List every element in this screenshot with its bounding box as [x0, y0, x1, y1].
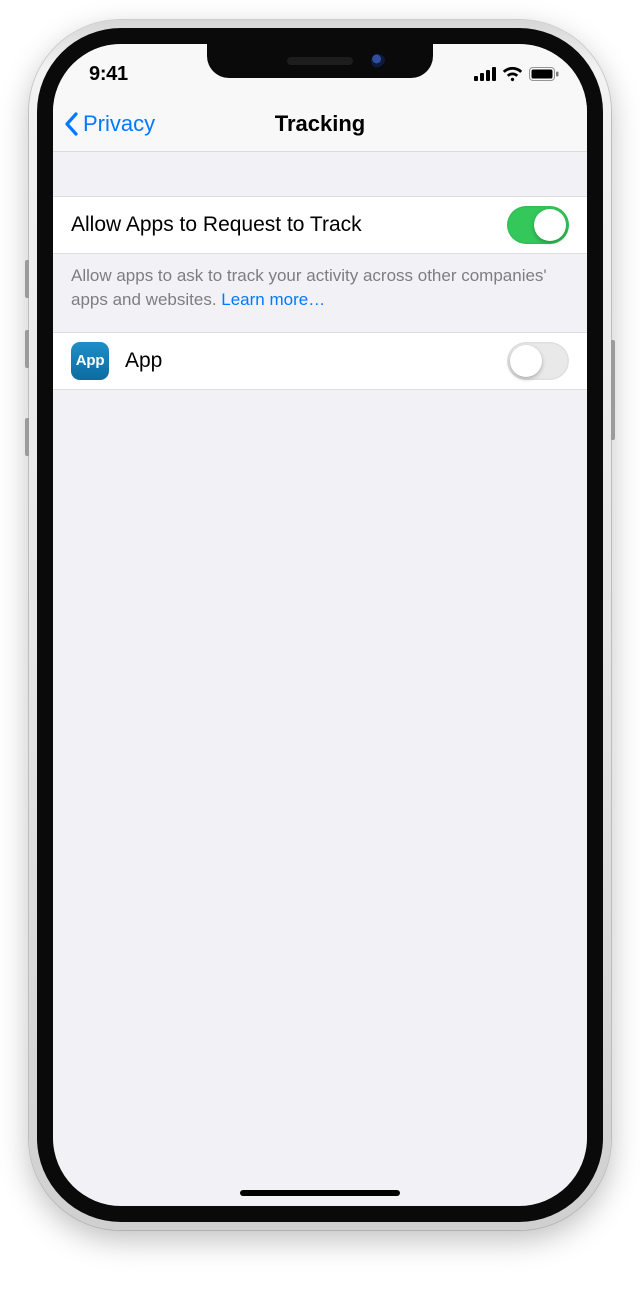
- app-name-label: App: [125, 349, 507, 373]
- battery-icon: [529, 67, 559, 81]
- toggle-knob-icon: [510, 345, 542, 377]
- allow-request-tracking-row: Allow Apps to Request to Track: [53, 196, 587, 254]
- toggle-knob-icon: [534, 209, 566, 241]
- app-tracking-row: App App: [53, 332, 587, 390]
- app-icon: App: [71, 342, 109, 380]
- status-time: 9:41: [89, 63, 128, 86]
- device-frame: 9:41: [29, 20, 611, 1230]
- chevron-left-icon: [63, 112, 79, 136]
- allow-request-tracking-footer: Allow apps to ask to track your activity…: [53, 254, 587, 332]
- speaker-icon: [287, 57, 353, 65]
- device-bezel: 9:41: [37, 28, 603, 1222]
- front-camera-icon: [371, 54, 385, 68]
- allow-request-tracking-toggle[interactable]: [507, 206, 569, 244]
- back-label: Privacy: [83, 111, 155, 137]
- learn-more-link[interactable]: Learn more…: [221, 290, 325, 309]
- content: Allow Apps to Request to Track Allow app…: [53, 152, 587, 390]
- allow-request-tracking-label: Allow Apps to Request to Track: [71, 213, 507, 237]
- nav-bar: Privacy Tracking: [53, 96, 587, 152]
- notch: [207, 44, 433, 78]
- cellular-icon: [474, 67, 496, 81]
- home-indicator[interactable]: [240, 1190, 400, 1196]
- status-icons: [474, 67, 559, 82]
- app-tracking-toggle[interactable]: [507, 342, 569, 380]
- screen: 9:41: [53, 44, 587, 1206]
- back-button[interactable]: Privacy: [63, 111, 155, 137]
- wifi-icon: [502, 67, 523, 82]
